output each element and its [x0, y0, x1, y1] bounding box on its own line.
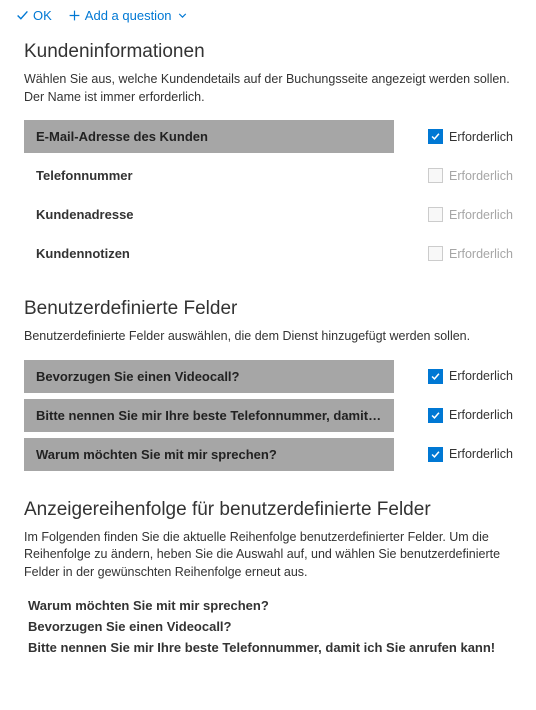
field-label[interactable]: E-Mail-Adresse des Kunden — [24, 120, 394, 153]
toolbar: OK Add a question — [0, 0, 536, 31]
order-item[interactable]: Bitte nennen Sie mir Ihre beste Telefonn… — [24, 637, 512, 658]
plus-icon — [68, 9, 81, 22]
ok-button[interactable]: OK — [16, 8, 52, 23]
section-desc: Im Folgenden finden Sie die aktuelle Rei… — [24, 529, 512, 582]
required-toggle: Erforderlich — [428, 207, 513, 222]
required-toggle: Erforderlich — [428, 129, 513, 144]
custom-fields-section: Benutzerdefinierte Felder Benutzerdefini… — [24, 298, 512, 471]
display-order-section: Anzeigereihenfolge für benutzerdefiniert… — [24, 499, 512, 659]
customer-info-section: Kundeninformationen Wählen Sie aus, welc… — [24, 41, 512, 270]
required-checkbox[interactable] — [428, 408, 443, 423]
required-checkbox[interactable] — [428, 369, 443, 384]
order-item[interactable]: Bevorzugen Sie einen Videocall? — [24, 616, 512, 637]
required-toggle: Erforderlich — [428, 447, 513, 462]
add-question-label: Add a question — [85, 8, 172, 23]
field-row: E-Mail-Adresse des Kunden Erforderlich — [24, 120, 512, 153]
field-label[interactable]: Bitte nennen Sie mir Ihre beste Telefonn… — [24, 399, 394, 432]
field-row: Kundenadresse Erforderlich — [24, 198, 512, 231]
required-label: Erforderlich — [449, 247, 513, 261]
add-question-button[interactable]: Add a question — [68, 8, 189, 23]
section-title: Benutzerdefinierte Felder — [24, 298, 512, 320]
section-desc: Benutzerdefinierte Felder auswählen, die… — [24, 328, 512, 346]
field-row: Bevorzugen Sie einen Videocall? Erforderl… — [24, 360, 512, 393]
field-row: Kundennotizen Erforderlich — [24, 237, 512, 270]
required-toggle: Erforderlich — [428, 168, 513, 183]
required-checkbox — [428, 168, 443, 183]
check-icon — [16, 9, 29, 22]
field-row: Bitte nennen Sie mir Ihre beste Telefonn… — [24, 399, 512, 432]
required-label: Erforderlich — [449, 130, 513, 144]
required-label: Erforderlich — [449, 169, 513, 183]
required-checkbox — [428, 207, 443, 222]
required-toggle: Erforderlich — [428, 369, 513, 384]
required-label: Erforderlich — [449, 369, 513, 383]
ok-label: OK — [33, 8, 52, 23]
required-checkbox[interactable] — [428, 129, 443, 144]
section-title: Anzeigereihenfolge für benutzerdefiniert… — [24, 499, 512, 521]
required-toggle: Erforderlich — [428, 408, 513, 423]
required-toggle: Erforderlich — [428, 246, 513, 261]
section-title: Kundeninformationen — [24, 41, 512, 63]
field-row: Telefonnummer Erforderlich — [24, 159, 512, 192]
field-label: Kundennotizen — [24, 237, 394, 270]
field-row: Warum möchten Sie mit mir sprechen? Erfor… — [24, 438, 512, 471]
field-label[interactable]: Bevorzugen Sie einen Videocall? — [24, 360, 394, 393]
order-item[interactable]: Warum möchten Sie mit mir sprechen? — [24, 595, 512, 616]
required-checkbox[interactable] — [428, 447, 443, 462]
required-label: Erforderlich — [449, 408, 513, 422]
required-label: Erforderlich — [449, 447, 513, 461]
required-label: Erforderlich — [449, 208, 513, 222]
required-checkbox — [428, 246, 443, 261]
field-label: Telefonnummer — [24, 159, 394, 192]
section-desc: Wählen Sie aus, welche Kundendetails auf… — [24, 71, 512, 106]
field-label[interactable]: Warum möchten Sie mit mir sprechen? — [24, 438, 394, 471]
chevron-down-icon — [176, 9, 189, 22]
field-label: Kundenadresse — [24, 198, 394, 231]
